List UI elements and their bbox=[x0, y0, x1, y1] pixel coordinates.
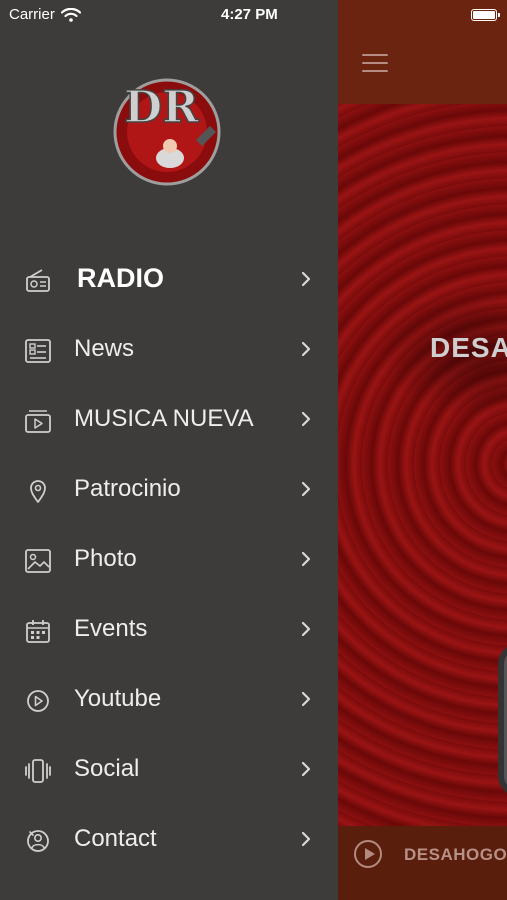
navigation-drawer: Carrier 4:27 PM DR RADIO News MUSICA NUE… bbox=[0, 0, 338, 900]
radio-icon bbox=[26, 269, 50, 292]
chevron-right-icon bbox=[301, 691, 311, 707]
menu-item-musica-nueva[interactable]: MUSICA NUEVA bbox=[0, 384, 338, 454]
location-pin-icon bbox=[30, 480, 46, 503]
menu-label: Events bbox=[74, 615, 148, 642]
social-icon bbox=[25, 759, 51, 783]
menu-item-news[interactable]: News bbox=[0, 314, 338, 384]
drawer-menu: RADIO News MUSICA NUEVA Patrocinio Photo… bbox=[0, 244, 338, 874]
top-bar bbox=[338, 0, 507, 104]
news-icon bbox=[25, 339, 51, 363]
status-time: 4:27 PM bbox=[221, 6, 278, 23]
menu-label: Contact bbox=[74, 825, 157, 852]
app-logo: DR bbox=[113, 78, 221, 186]
player-title: DESAHOGOU bbox=[404, 845, 507, 864]
wifi-icon bbox=[60, 7, 81, 22]
menu-label: Photo bbox=[74, 545, 137, 572]
chevron-right-icon bbox=[301, 551, 311, 567]
player-bar: DESAHOGOU bbox=[338, 826, 507, 900]
carrier-label: Carrier bbox=[9, 6, 55, 23]
menu-item-events[interactable]: Events bbox=[0, 594, 338, 664]
chevron-right-icon bbox=[301, 831, 311, 847]
chevron-right-icon bbox=[301, 271, 311, 287]
calendar-icon bbox=[26, 620, 50, 643]
main-content: DESA DESAHOGOU bbox=[338, 0, 507, 900]
video-folder-icon bbox=[25, 410, 51, 433]
menu-item-photo[interactable]: Photo bbox=[0, 524, 338, 594]
chevron-right-icon bbox=[301, 341, 311, 357]
battery-icon bbox=[471, 9, 497, 21]
menu-item-youtube[interactable]: Youtube bbox=[0, 664, 338, 734]
contact-icon bbox=[27, 830, 49, 852]
menu-item-social[interactable]: Social bbox=[0, 734, 338, 804]
menu-label: News bbox=[74, 335, 135, 362]
menu-label: RADIO bbox=[77, 263, 164, 293]
menu-label: MUSICA NUEVA bbox=[74, 405, 254, 432]
chevron-right-icon bbox=[301, 621, 311, 637]
status-carrier: Carrier bbox=[9, 6, 81, 23]
hero-title: DESA bbox=[430, 332, 507, 363]
photo-icon bbox=[25, 549, 51, 573]
hero-banner: DESA bbox=[338, 104, 507, 826]
play-button[interactable] bbox=[354, 840, 382, 868]
chevron-right-icon bbox=[301, 761, 311, 777]
menu-item-contact[interactable]: Contact bbox=[0, 804, 338, 874]
play-circle-icon bbox=[27, 690, 49, 712]
menu-label: Youtube bbox=[74, 685, 162, 712]
menu-label: Patrocinio bbox=[74, 475, 181, 502]
chevron-right-icon bbox=[301, 411, 311, 427]
hero-graphic bbox=[498, 644, 507, 796]
svg-text:DR: DR bbox=[124, 82, 199, 133]
menu-label: Social bbox=[74, 755, 140, 782]
hamburger-menu-icon[interactable] bbox=[362, 54, 388, 76]
chevron-right-icon bbox=[301, 481, 311, 497]
menu-item-radio[interactable]: RADIO bbox=[0, 244, 338, 314]
menu-item-patrocinio[interactable]: Patrocinio bbox=[0, 454, 338, 524]
